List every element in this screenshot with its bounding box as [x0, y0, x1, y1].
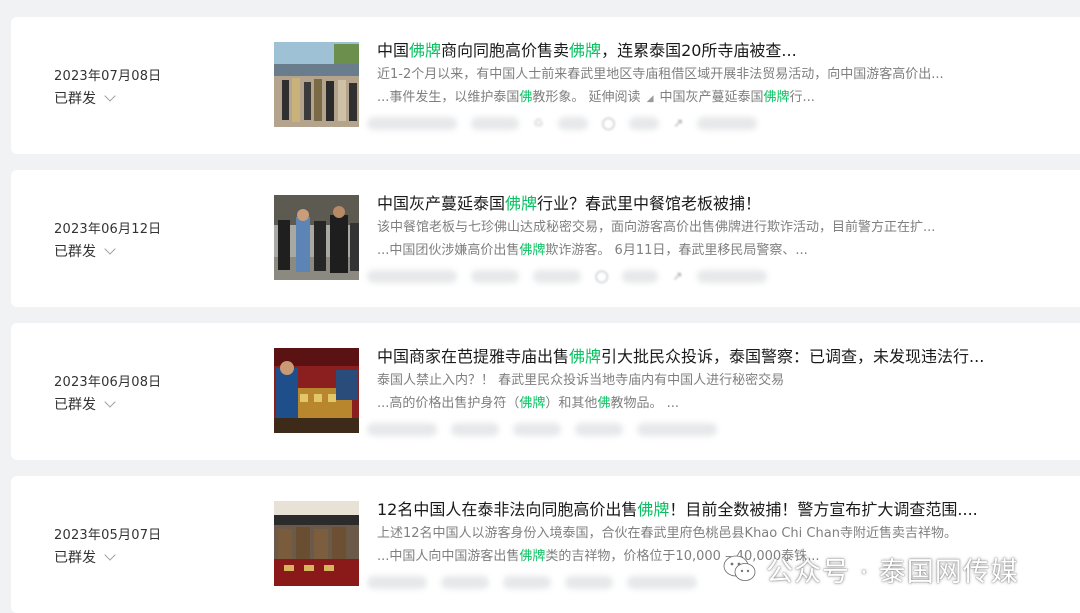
title-text: 行业？春武里中餐馆老板被捕！ — [537, 194, 762, 213]
title-text: 商向同胞高价售卖 — [441, 41, 570, 60]
status-label: 已群发 — [54, 550, 96, 566]
article-title[interactable]: 12名中国人在泰非法向同胞高价出售佛牌！目前全数被捕！警方宣布扩大调查范围...… — [377, 496, 1057, 520]
watermark: 公众号 · 泰国网传媒 — [722, 552, 1019, 588]
excerpt-text: 教物品。 ... — [610, 396, 679, 411]
blurred-stat — [565, 575, 613, 589]
title-text: 引大批民众投诉，泰国警察：已调查，未发现违法行... — [601, 347, 985, 366]
comment-icon: ◯ — [601, 116, 616, 130]
article-thumbnail[interactable] — [274, 195, 359, 280]
excerpt-text: 欺诈游客。 6月11日，春武里移民局警察、... — [545, 243, 808, 258]
excerpt-text: ...中国人向中国游客出售 — [377, 549, 520, 564]
keyword-highlight: 佛牌 — [519, 549, 546, 564]
status-label: 已群发 — [54, 244, 96, 260]
blurred-stat — [627, 575, 697, 589]
excerpt-text: ...中国团伙涉嫌高价出售 — [377, 243, 520, 258]
article-card[interactable]: 2023年07月08日 已群发 中国佛牌商向同胞高价售卖佛牌，连累泰国20所寺庙… — [11, 17, 1080, 154]
keyword-highlight: 佛牌 — [505, 194, 538, 213]
keyword-highlight: 佛牌 — [409, 41, 442, 60]
comment-icon: ◯ — [595, 269, 609, 283]
excerpt-text: ...高的价格出售护身符（ — [377, 396, 520, 411]
excerpt-text: 行... — [789, 90, 815, 105]
keyword-highlight: 佛牌 — [519, 243, 546, 258]
blurred-stat — [451, 422, 499, 436]
article-description: 近1-2个月以来，有中国人士前来春武里地区寺庙租借区域开展非法贸易活动，向中国游… — [377, 67, 944, 82]
blurred-stat — [575, 422, 623, 436]
article-description: 该中餐馆老板与七珍佛山达成秘密交易，面向游客高价出售佛牌进行欺诈活动，目前警方正… — [377, 220, 936, 235]
article-stats: ♲ ◯ ↗ — [367, 111, 787, 135]
title-text: ，连累泰国20所寺庙被查... — [601, 41, 797, 60]
blurred-stat — [471, 269, 519, 283]
blurred-stat — [471, 116, 519, 130]
title-text: ！目前全数被捕！警方宣布扩大调查范围.... — [669, 500, 978, 519]
status-label: 已群发 — [54, 397, 96, 413]
publish-date: 2023年06月08日 — [54, 375, 162, 390]
chevron-down-icon — [104, 395, 116, 408]
blurred-stat — [503, 575, 551, 589]
blurred-stat — [622, 269, 659, 283]
keyword-highlight: 佛牌 — [569, 41, 602, 60]
title-text: 中国 — [377, 41, 410, 60]
keyword-highlight: 佛牌 — [763, 90, 790, 105]
article-description: 泰国人禁止入内？！ 春武里民众投诉当地寺庙内有中国人进行秘密交易 — [377, 373, 785, 388]
article-stats: ◯ ↗ — [367, 264, 787, 288]
publish-date: 2023年06月12日 — [54, 222, 162, 237]
wechat-icon — [722, 554, 758, 584]
blurred-stat — [513, 422, 561, 436]
article-excerpt: ...中国团伙涉嫌高价出售佛牌欺诈游客。 6月11日，春武里移民局警察、... — [377, 239, 1037, 258]
title-text: 中国商家在芭提雅寺庙出售 — [377, 347, 570, 366]
keyword-highlight: 佛牌 — [637, 500, 670, 519]
excerpt-text: ）和其他 — [545, 396, 598, 411]
excerpt-text: 教形象。 延伸阅读 — [532, 90, 641, 105]
article-title[interactable]: 中国灰产蔓延泰国佛牌行业？春武里中餐馆老板被捕！ — [377, 190, 1057, 214]
excerpt-text: 中国灰产蔓延泰国 — [659, 90, 764, 105]
article-description: 上述12名中国人以游客身份入境泰国，合伙在春武里府色桃邑县Khao Chi Ch… — [377, 526, 957, 541]
title-text: 12名中国人在泰非法向同胞高价出售 — [377, 500, 638, 519]
blurred-stat — [367, 422, 437, 436]
blurred-stat — [637, 422, 717, 436]
blurred-stat — [367, 575, 427, 589]
blurred-stat — [533, 269, 581, 283]
publish-date: 2023年05月07日 — [54, 528, 162, 543]
status-label: 已群发 — [54, 91, 96, 107]
excerpt-text: ...事件发生，以维护泰国 — [377, 90, 520, 105]
status-dropdown[interactable]: 已群发 — [54, 241, 116, 261]
keyword-highlight: 佛牌 — [519, 396, 546, 411]
watermark-text: 公众号 · 泰国网传媒 — [766, 556, 1019, 588]
article-card[interactable]: 2023年06月12日 已群发 中国灰产蔓延泰国佛牌行业？春武里中餐馆老板被捕！… — [11, 170, 1080, 307]
blurred-stat — [629, 116, 660, 130]
status-dropdown[interactable]: 已群发 — [54, 394, 116, 414]
article-thumbnail[interactable] — [274, 348, 359, 433]
title-text: 中国灰产蔓延泰国 — [377, 194, 506, 213]
status-dropdown[interactable]: 已群发 — [54, 547, 116, 567]
chevron-down-icon — [104, 242, 116, 255]
article-thumbnail[interactable] — [274, 42, 359, 127]
triangle-icon: ◢ — [646, 94, 654, 104]
article-excerpt: ...事件发生，以维护泰国佛教形象。 延伸阅读 ◢ 中国灰产蔓延泰国佛牌行... — [377, 86, 1037, 105]
article-title[interactable]: 中国商家在芭提雅寺庙出售佛牌引大批民众投诉，泰国警察：已调查，未发现违法行... — [377, 343, 1057, 367]
article-stats — [367, 417, 787, 441]
article-card[interactable]: 2023年05月07日 已群发 12名中国人在泰非法向同胞高价出售佛牌！目前全数… — [11, 476, 1080, 613]
blurred-stat — [696, 269, 767, 283]
blurred-stat — [697, 116, 758, 130]
keyword-highlight: 佛牌 — [569, 347, 602, 366]
keyword-highlight: 佛 — [519, 90, 533, 105]
publish-date: 2023年07月08日 — [54, 69, 162, 84]
blurred-stat — [557, 116, 588, 130]
article-title[interactable]: 中国佛牌商向同胞高价售卖佛牌，连累泰国20所寺庙被查... — [377, 37, 1057, 61]
article-excerpt: ...高的价格出售护身符（佛牌）和其他佛教物品。 ... — [377, 392, 1037, 411]
blurred-stat — [441, 575, 489, 589]
like-icon: ♲ — [533, 116, 544, 130]
chevron-down-icon — [104, 89, 116, 102]
status-dropdown[interactable]: 已群发 — [54, 88, 116, 108]
share-icon: ↗ — [673, 116, 684, 130]
blurred-stat — [367, 116, 457, 130]
keyword-highlight: 佛 — [597, 396, 611, 411]
article-card[interactable]: 2023年06月08日 已群发 中国商家在芭提雅寺庙出售佛牌引大批民众投诉，泰国… — [11, 323, 1080, 460]
chevron-down-icon — [104, 548, 116, 561]
article-thumbnail[interactable] — [274, 501, 359, 586]
blurred-stat — [367, 269, 457, 283]
share-icon: ↗ — [672, 269, 683, 283]
